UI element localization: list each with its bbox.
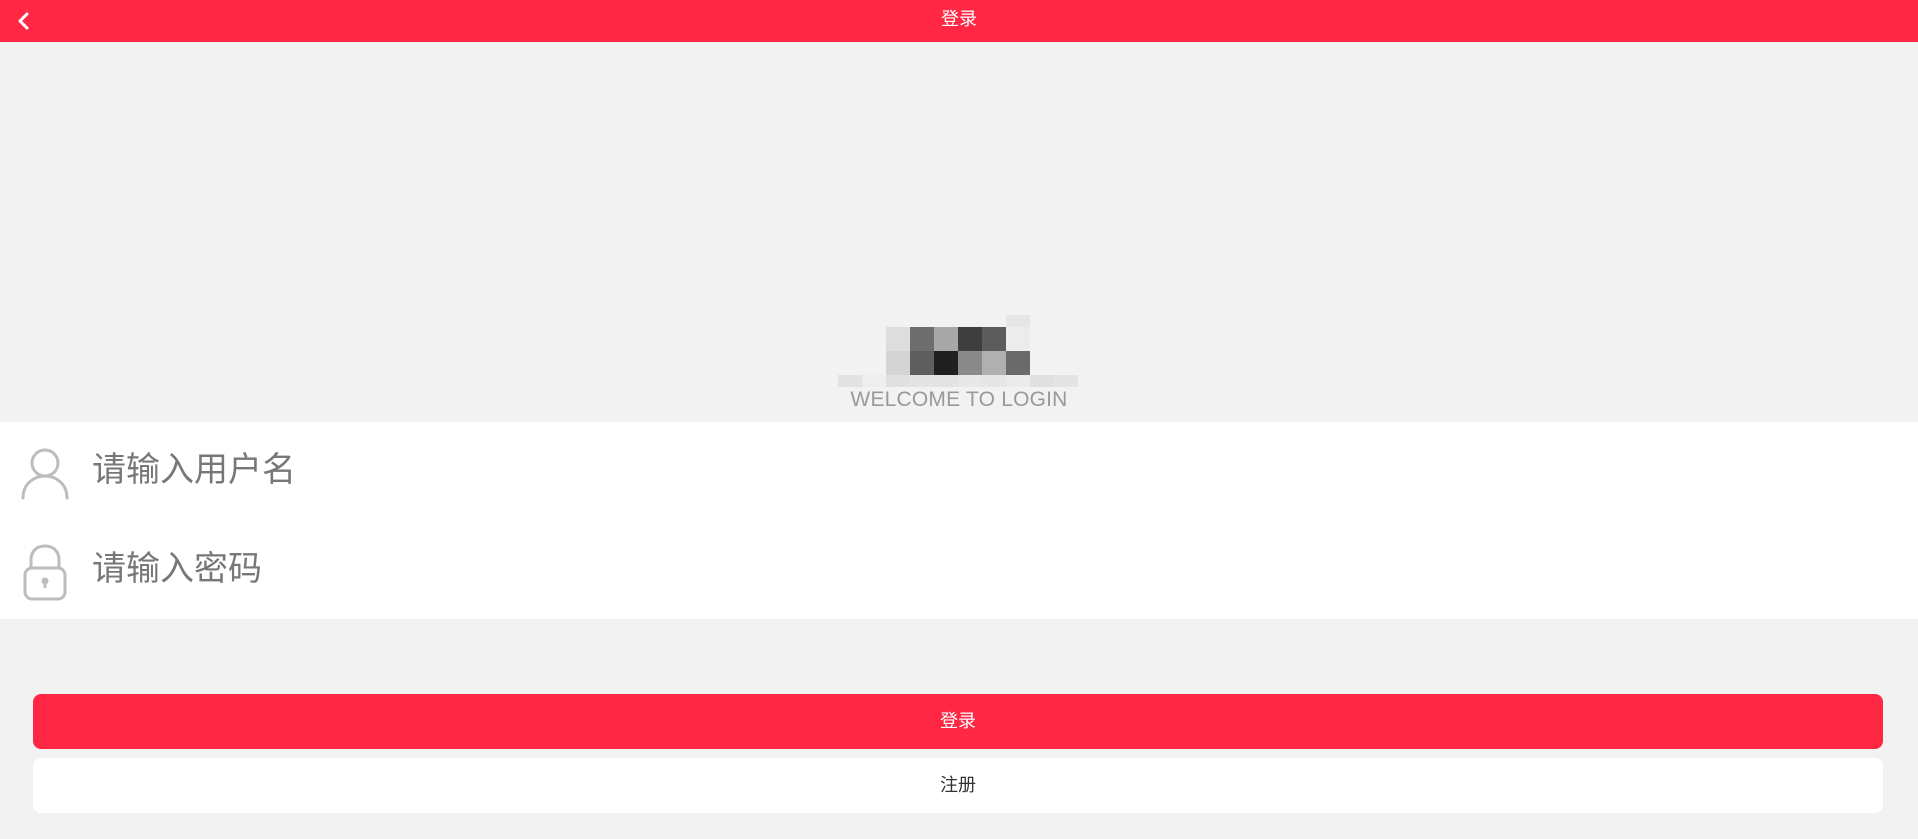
username-input[interactable] <box>92 442 1872 498</box>
password-row <box>0 521 1918 619</box>
lock-icon <box>20 543 70 601</box>
top-bar: 登录 <box>0 0 1918 42</box>
chevron-left-icon <box>18 12 29 30</box>
back-button[interactable] <box>8 5 40 37</box>
username-row <box>0 422 1918 520</box>
welcome-text: WELCOME TO LOGIN <box>850 388 1068 411</box>
password-input[interactable] <box>92 541 1872 597</box>
logo <box>838 315 1078 390</box>
register-button[interactable]: 注册 <box>33 758 1883 813</box>
login-form <box>0 422 1918 619</box>
page-title: 登录 <box>941 9 977 30</box>
user-icon <box>20 444 70 502</box>
login-button[interactable]: 登录 <box>33 694 1883 749</box>
